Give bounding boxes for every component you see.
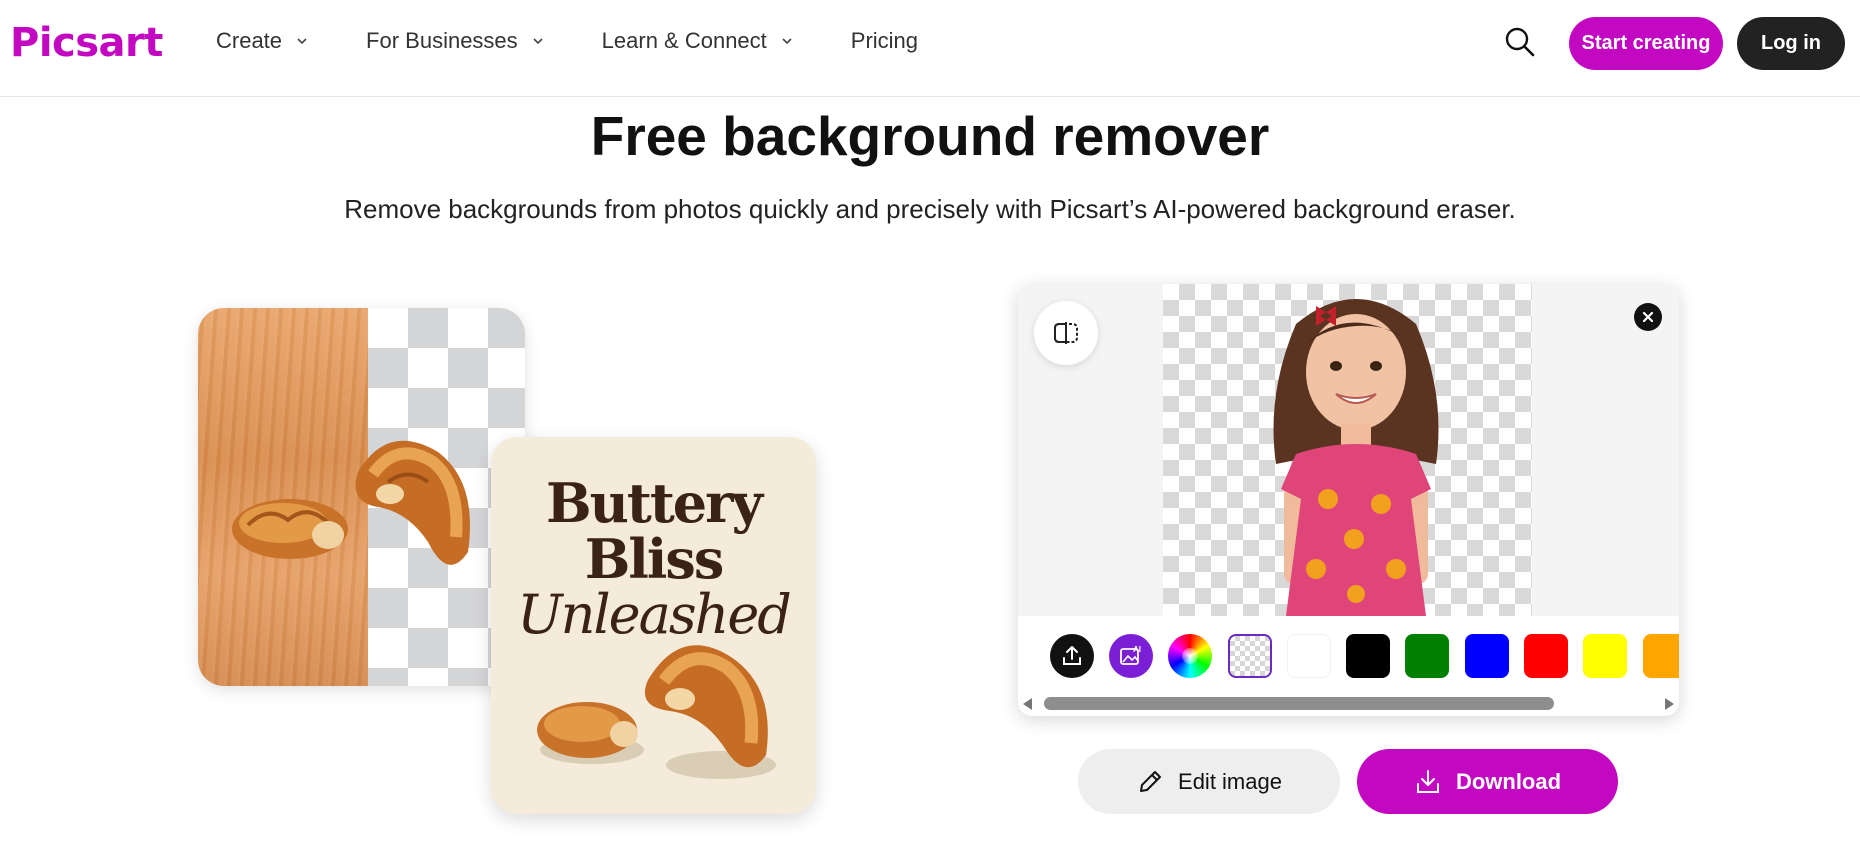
croissant-image [644,645,776,779]
scroll-right-arrow[interactable] [1665,698,1674,710]
chevron-down-icon [297,38,307,45]
portrait-image [1273,299,1439,616]
site-header: Picsart Create For Businesses Learn & Co… [0,0,1860,97]
nav-learn-connect[interactable]: Learn & Connect [602,28,793,54]
swatch-transparent[interactable] [1228,634,1272,678]
poster-line-1: Buttery [546,471,763,535]
page-title: Free background remover [590,105,1270,167]
ai-image-icon: AI [1120,645,1141,665]
download-button[interactable]: Download [1357,749,1618,814]
edit-image-label: Edit image [1178,768,1282,794]
chevron-down-icon [782,38,792,45]
nav-pricing[interactable]: Pricing [851,28,918,54]
swatch-scrollbar[interactable] [1018,694,1679,714]
scroll-left-arrow[interactable] [1023,698,1032,710]
chevron-down-icon [533,38,543,45]
pencil-icon [1140,770,1162,792]
compare-icon [1054,322,1078,344]
nav-create-label: Create [216,28,283,53]
search-icon[interactable] [1504,26,1536,58]
svg-text:AI: AI [1133,645,1141,654]
swatch-yellow[interactable] [1583,634,1627,678]
swatch-orange[interactable] [1643,634,1679,678]
color-wheel-icon [1182,648,1198,664]
background-editor: AI [1018,284,1679,716]
picsart-logo[interactable]: Picsart [10,20,163,66]
swatch-green[interactable] [1405,634,1449,678]
close-icon [1642,311,1654,323]
swatch-red[interactable] [1524,634,1568,678]
croissant-image [232,499,348,559]
swatch-black[interactable] [1346,634,1390,678]
croissant-image [537,702,644,764]
croissant-image [355,440,470,565]
background-toolbar: AI [1018,616,1679,716]
poster-line-2: Bliss [584,527,724,591]
close-button[interactable] [1634,303,1662,331]
swatch-blue[interactable] [1465,634,1509,678]
nav-pricing-label: Pricing [850,28,919,53]
download-label: Download [1455,768,1562,794]
page-subtitle: Remove backgrounds from photos quickly a… [344,194,1516,224]
main-nav: Create For Businesses Learn & Connect Pr… [216,28,976,54]
upload-icon [1063,646,1081,665]
swatch-row: AI [1050,634,1679,678]
nav-for-businesses[interactable]: For Businesses [366,28,544,54]
login-button[interactable]: Log in [1737,17,1845,70]
compare-toggle-button[interactable] [1034,301,1098,365]
scrollbar-thumb[interactable] [1044,697,1554,710]
nav-learn-connect-label: Learn & Connect [601,28,767,53]
nav-create[interactable]: Create [216,28,308,54]
download-icon [1416,769,1439,793]
edit-image-button[interactable]: Edit image [1078,749,1340,814]
upload-background-button[interactable] [1050,634,1094,678]
ai-background-button[interactable]: AI [1109,634,1153,678]
nav-for-businesses-label: For Businesses [366,28,518,53]
swatch-white[interactable] [1287,634,1331,678]
start-creating-button[interactable]: Start creating [1569,17,1723,70]
color-picker-button[interactable] [1168,634,1212,678]
